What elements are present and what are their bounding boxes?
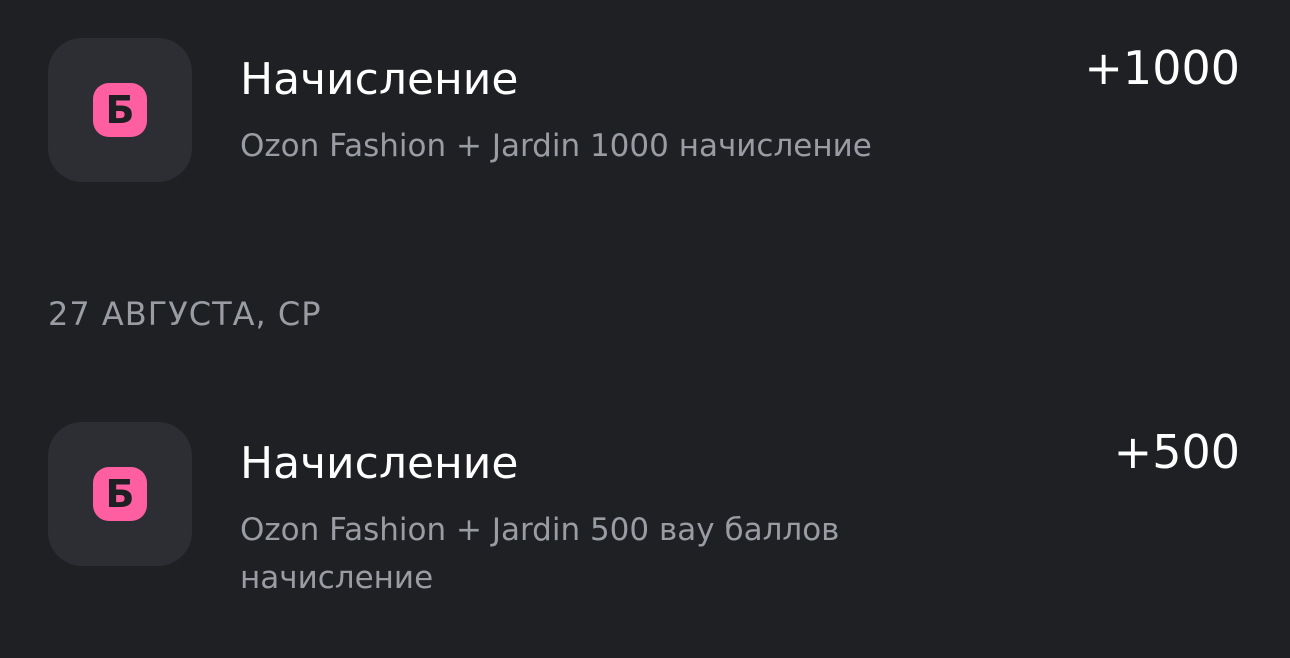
transaction-subtitle: Ozon Fashion + Jardin 500 вау баллов нач…	[240, 512, 840, 596]
transaction-amount: +1000	[1084, 41, 1240, 95]
transaction-title: Начисление	[240, 54, 519, 105]
transaction-icon-tile: Б	[48, 422, 192, 566]
transaction-amount: +500	[1113, 425, 1240, 479]
transaction-title: Начисление	[240, 438, 519, 489]
date-header: 27 АВГУСТА, СР	[48, 295, 322, 333]
b-letter-icon: Б	[93, 467, 147, 521]
b-letter-icon: Б	[93, 83, 147, 137]
transaction-subtitle: Ozon Fashion + Jardin 1000 начисление	[240, 128, 872, 164]
transaction-icon-tile: Б	[48, 38, 192, 182]
